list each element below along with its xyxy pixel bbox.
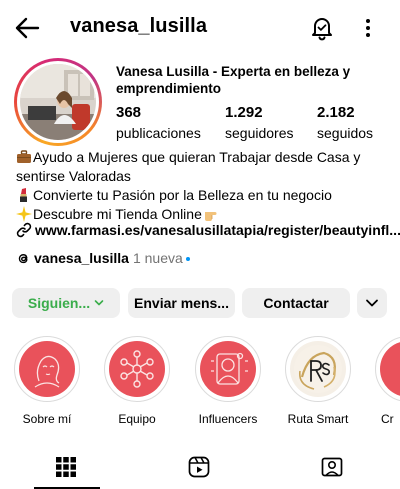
profile-tab-bar	[0, 447, 400, 489]
followers-count: 1.292	[225, 104, 263, 121]
briefcase-emoji-icon	[17, 150, 31, 163]
chevron-down-icon	[366, 299, 378, 307]
website-link-text[interactable]: www.farmasi.es/vanesalusillatapia/regist…	[35, 222, 400, 238]
bio-line: Convierte tu Pasión por la Belleza en tu…	[16, 186, 396, 205]
team-network-icon	[120, 350, 154, 388]
lipstick-emoji-icon	[20, 188, 27, 202]
highlight-equipo[interactable]: Equipo	[98, 336, 176, 426]
contact-button[interactable]: Contactar	[242, 288, 350, 318]
woman-face-icon	[34, 355, 60, 388]
message-button[interactable]: Enviar mens...	[128, 288, 235, 318]
tab-grid[interactable]	[0, 447, 133, 489]
following-button-label: Siguien...	[27, 295, 91, 311]
tab-tagged[interactable]	[266, 447, 399, 489]
bio-line: sentirse Valoradas	[16, 168, 131, 184]
highlight-influencers[interactable]: Influencers	[189, 336, 267, 426]
more-options-icon[interactable]	[360, 17, 376, 39]
threads-handle: vanesa_lusilla	[34, 250, 129, 266]
unread-dot	[185, 257, 190, 261]
bio-line: Ayudo a Mujeres que quieran Trabajar des…	[16, 148, 396, 167]
sparkle-emoji-icon	[16, 206, 32, 222]
bio: Ayudo a Mujeres que quieran Trabajar des…	[16, 148, 396, 224]
following-stat[interactable]: 2.182 seguidos	[317, 104, 373, 142]
following-count: 2.182	[317, 104, 355, 121]
reels-icon	[188, 456, 210, 478]
story-ring[interactable]	[14, 58, 102, 146]
link-icon	[16, 222, 32, 238]
threads-icon	[18, 254, 28, 264]
notification-bell-icon[interactable]	[310, 15, 334, 41]
suggested-accounts-button[interactable]	[357, 288, 387, 318]
followers-stat[interactable]: 1.292 seguidores	[225, 104, 294, 142]
back-arrow-icon[interactable]	[14, 16, 40, 40]
highlight-label: Influencers	[198, 412, 258, 426]
posts-label: publicaciones	[116, 125, 201, 141]
threads-new-badge: 1 nueva	[132, 250, 183, 266]
following-button[interactable]: Siguien...	[12, 288, 120, 318]
top-bar: vanesa_lusilla	[0, 0, 400, 56]
website-link[interactable]: www.farmasi.es/vanesalusillatapia/regist…	[16, 222, 400, 242]
highlight-ruta-smart[interactable]: Ruta Smart	[279, 336, 357, 426]
followers-label: seguidores	[225, 125, 294, 141]
chevron-down-icon	[94, 300, 104, 306]
grid-icon	[56, 457, 76, 477]
profile-username: vanesa_lusilla	[70, 15, 208, 37]
highlight-sobre-mi[interactable]: Sobre mí	[8, 336, 86, 426]
rs-monogram-icon	[294, 345, 342, 393]
display-name: Vanesa Lusilla - Experta en belleza y em…	[116, 64, 351, 96]
tagged-icon	[321, 457, 343, 477]
highlight-label: Ruta Smart	[287, 412, 349, 426]
influencer-camera-icon	[211, 352, 248, 385]
highlight-label: Cr	[381, 412, 394, 426]
highlight-partial[interactable]: Cr	[369, 336, 400, 426]
threads-badge-row[interactable]: vanesa_lusilla 1 nueva	[16, 250, 190, 270]
posts-stat[interactable]: 368 publicaciones	[116, 104, 201, 142]
following-label: seguidos	[317, 125, 374, 141]
highlight-label: Equipo	[118, 412, 156, 426]
highlight-label: Sobre mí	[22, 412, 72, 426]
posts-count: 368	[116, 104, 142, 121]
tab-reels[interactable]	[133, 447, 266, 489]
pointing-hand-emoji-icon	[204, 212, 217, 221]
avatar	[20, 64, 96, 140]
